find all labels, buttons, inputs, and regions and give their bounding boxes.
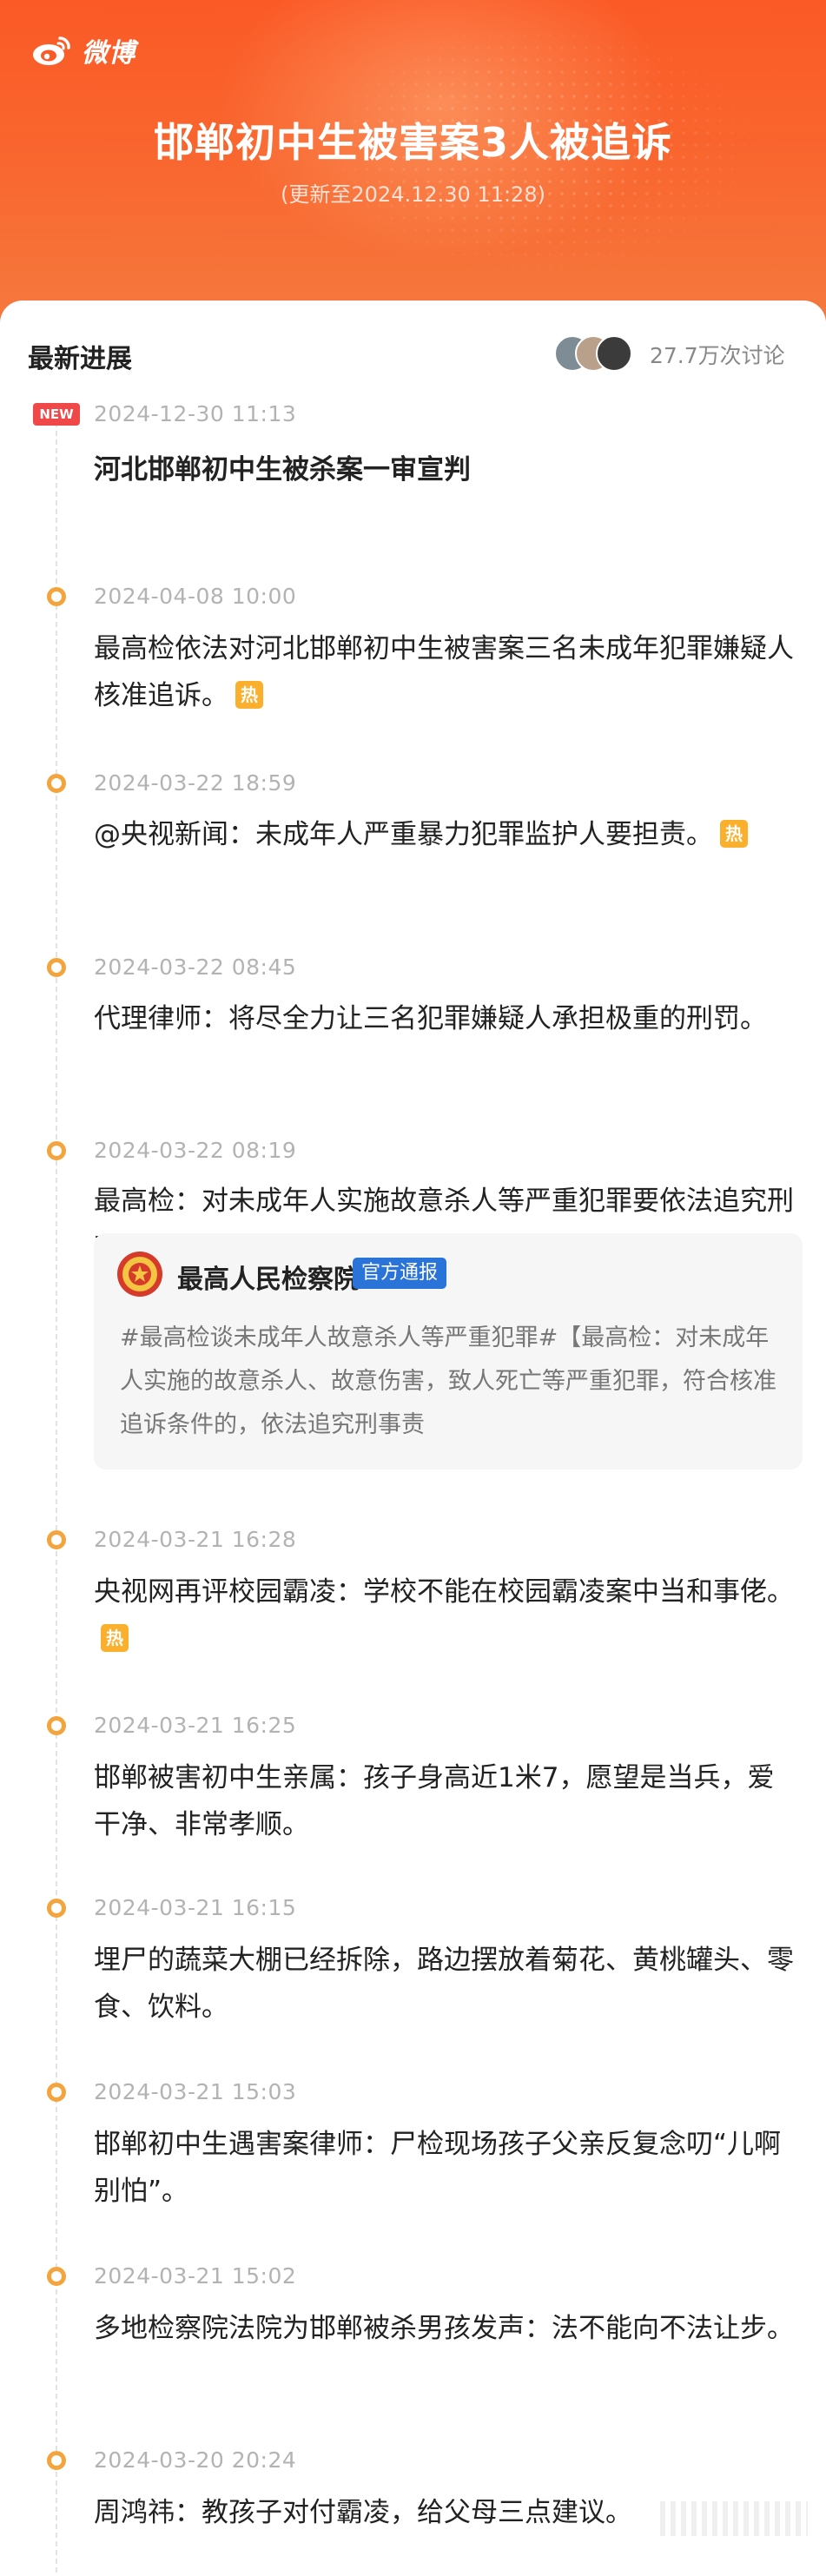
hot-badge: 热 <box>235 681 263 709</box>
timeline-text: 多地检察院法院为邯郸被杀男孩发声：法不能向不法让步。 <box>94 2313 794 2344</box>
topic-header: 微博 邯郸初中生被害案3人被追诉 (更新至2024.12.30 11:28) <box>0 0 826 330</box>
discussion-count[interactable]: 27.7万次讨论 <box>650 339 785 370</box>
update-time: (更新至2024.12.30 11:28) <box>281 182 545 207</box>
timeline-text: 埋尸的蔬菜大棚已经拆除，路边摆放着菊花、黄桃罐头、零食、饮料。 <box>94 1945 794 2023</box>
timeline-dot <box>47 958 66 977</box>
procuratorate-emblem-icon <box>117 1252 162 1297</box>
timeline-time: 2024-03-20 20:24 <box>94 2447 297 2473</box>
timeline-time: 2024-04-08 10:00 <box>94 584 297 609</box>
timeline-dot <box>47 1899 66 1918</box>
timeline-time: 2024-03-21 16:15 <box>94 1895 297 1920</box>
timeline-item[interactable]: 邯郸被害初中生亲属：孩子身高近1米7，愿望是当兵，爱干净、非常孝顺。 <box>94 1754 797 1848</box>
timeline-item[interactable]: 邯郸初中生遇害案律师：尸检现场孩子父亲反复念叨“儿啊别怕”。 <box>94 2121 797 2215</box>
timeline-dot <box>47 2451 66 2470</box>
weibo-logo-text: 微博 <box>82 38 135 69</box>
timeline-item[interactable]: 埋尸的蔬菜大棚已经拆除，路边摆放着菊花、黄桃罐头、零食、饮料。 <box>94 1937 797 2031</box>
timeline-time: 2024-12-30 11:13 <box>94 401 297 426</box>
timeline-item[interactable]: 河北邯郸初中生被杀案一审宣判 <box>94 446 797 493</box>
timeline-text: 央视网再评校园霸凌：学校不能在校园霸凌案中当和事佬。 <box>94 1576 794 1608</box>
timeline-text: 邯郸初中生遇害案律师：尸检现场孩子父亲反复念叨“儿啊别怕”。 <box>94 2129 782 2207</box>
timeline-time: 2024-03-22 18:59 <box>94 770 297 796</box>
timeline-item[interactable]: 多地检察院法院为邯郸被杀男孩发声：法不能向不法让步。 <box>94 2305 797 2352</box>
timeline-item[interactable]: 代理律师：将尽全力让三名犯罪嫌疑人承担极重的刑罚。 <box>94 995 797 1042</box>
timeline-text: 邯郸被害初中生亲属：孩子身高近1米7，愿望是当兵，爱干净、非常孝顺。 <box>94 1762 775 1840</box>
timeline-dot <box>47 587 66 606</box>
timeline-text: 河北邯郸初中生被杀案一审宣判 <box>94 454 471 485</box>
avatar-group[interactable] <box>554 335 641 372</box>
timeline-line <box>56 422 57 2576</box>
hot-badge: 热 <box>101 1624 129 1652</box>
timeline-text: 最高检依法对河北邯郸初中生被害案三名未成年犯罪嫌疑人核准追诉。 <box>94 633 794 711</box>
timeline-time: 2024-03-21 16:25 <box>94 1713 297 1738</box>
topic-title: 邯郸初中生被害案3人被追诉 <box>153 119 672 166</box>
timeline-dot <box>47 2083 66 2102</box>
timeline-text: @央视新闻：未成年人严重暴力犯罪监护人要担责。 <box>94 819 713 850</box>
quote-body: #最高检谈未成年人故意杀人等严重犯罪#【最高检：对未成年人实施的故意杀人、故意伤… <box>120 1324 776 1438</box>
weibo-eye-icon <box>33 36 70 65</box>
timeline-item[interactable]: @央视新闻：未成年人严重暴力犯罪监护人要担责。热 <box>94 811 797 858</box>
timeline-dot <box>47 1716 66 1735</box>
timeline-time: 2024-03-21 15:03 <box>94 2079 297 2104</box>
timeline-item[interactable]: 央视网再评校园霸凌：学校不能在校园霸凌案中当和事佬。热 <box>94 1569 797 1662</box>
timeline-time: 2024-03-22 08:19 <box>94 1138 297 1163</box>
official-quote-card[interactable]: 最高人民检察院 官方通报 #最高检谈未成年人故意杀人等严重犯罪#【最高检：对未成… <box>94 1233 803 1470</box>
timeline-time: 2024-03-21 15:02 <box>94 2263 297 2289</box>
timeline-time: 2024-03-21 16:28 <box>94 1527 297 1552</box>
watermark <box>660 2501 808 2536</box>
timeline-text: 代理律师：将尽全力让三名犯罪嫌疑人承担极重的刑罚。 <box>94 1003 767 1034</box>
timeline-text: 周鸿祎：教孩子对付霸凌，给父母三点建议。 <box>94 2497 632 2528</box>
progress-card: 最新进展 27.7万次讨论 NEW 2024-12-30 11:13 河北邯郸初… <box>0 301 826 2576</box>
timeline-item[interactable]: 最高检依法对河北邯郸初中生被害案三名未成年犯罪嫌疑人核准追诉。热 <box>94 625 797 719</box>
timeline-dot <box>47 774 66 793</box>
official-account-name: 最高人民检察院 <box>177 1265 360 1295</box>
timeline-dot <box>47 1530 66 1549</box>
timeline-dot <box>47 2267 66 2286</box>
hot-badge: 热 <box>720 820 748 848</box>
weibo-logo[interactable]: 微博 <box>31 31 135 69</box>
timeline-time: 2024-03-22 08:45 <box>94 954 297 980</box>
timeline-dot <box>47 1141 66 1160</box>
official-tag: 官方通报 <box>353 1258 447 1289</box>
new-badge: NEW <box>33 403 80 426</box>
section-title: 最新进展 <box>28 344 132 374</box>
avatar <box>596 335 632 372</box>
